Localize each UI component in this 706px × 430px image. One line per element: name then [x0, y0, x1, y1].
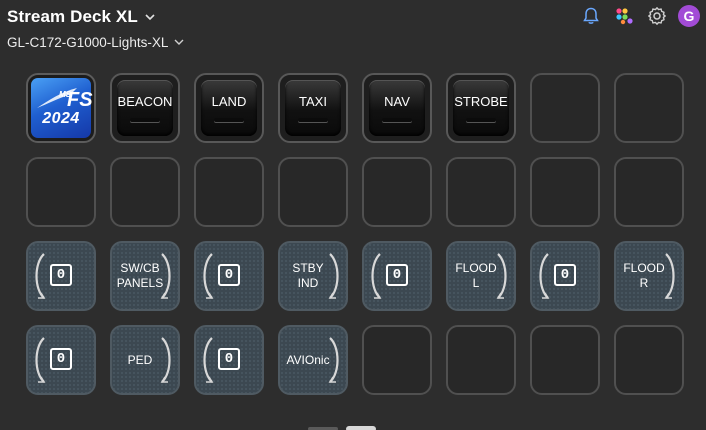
empty-key[interactable]: [614, 325, 684, 395]
nav-label: NAV: [384, 94, 410, 109]
sw-cb-panels-dial-key[interactable]: SW/CB PANELS: [110, 241, 180, 311]
empty-key[interactable]: [530, 325, 600, 395]
taxi-label: TAXI: [299, 94, 327, 109]
beacon-key[interactable]: BEACON: [110, 73, 180, 143]
arc-right-icon: [496, 253, 507, 299]
logo-year: 2024: [42, 110, 80, 127]
empty-key[interactable]: [446, 157, 516, 227]
empty-key[interactable]: [530, 73, 600, 143]
profile-name[interactable]: GL-C172-G1000-Lights-XL: [7, 35, 168, 50]
top-toolbar: G: [579, 4, 700, 28]
indicator-bar: [214, 118, 244, 122]
empty-key[interactable]: [530, 157, 600, 227]
chevron-down-icon[interactable]: [173, 36, 185, 48]
avionic-dial-key[interactable]: AVIOnic: [278, 325, 348, 395]
arc-right-icon: [328, 337, 339, 383]
dial-value: 0: [532, 264, 598, 286]
ped-dial-key[interactable]: PED: [110, 325, 180, 395]
beacon-label: BEACON: [117, 94, 173, 109]
avionic-label: AVIOnic: [286, 352, 330, 367]
msfs-2024-key[interactable]: MS FS 2024: [26, 73, 96, 143]
empty-key[interactable]: [362, 325, 432, 395]
bell-icon[interactable]: [579, 4, 603, 28]
dial-key-value[interactable]: 0: [194, 325, 264, 395]
empty-key[interactable]: [278, 157, 348, 227]
dial-value: 0: [196, 264, 262, 286]
dial-value: 0: [28, 348, 94, 370]
device-selector[interactable]: Stream Deck XL: [7, 6, 156, 28]
stby-ind-label: STBY IND: [292, 261, 324, 290]
arc-right-icon: [160, 253, 171, 299]
page-indicator-active[interactable]: [346, 426, 376, 430]
flood-l-label: FLOOD L: [455, 261, 497, 290]
arc-right-icon: [328, 253, 339, 299]
strobe-label: STROBE: [454, 94, 508, 109]
dial-value: 0: [196, 348, 262, 370]
dial-key-value[interactable]: 0: [194, 241, 264, 311]
empty-key[interactable]: [614, 73, 684, 143]
strobe-key[interactable]: STROBE: [446, 73, 516, 143]
ped-label: PED: [127, 352, 153, 367]
gear-icon[interactable]: [645, 4, 669, 28]
user-avatar[interactable]: G: [678, 5, 700, 27]
land-key[interactable]: LAND: [194, 73, 264, 143]
stream-deck-window: Stream Deck XL GL-C172-G1000-Lights-XL G…: [0, 0, 706, 430]
nav-key[interactable]: NAV: [362, 73, 432, 143]
dial-value: 0: [364, 264, 430, 286]
logo-fs: FS: [67, 89, 93, 111]
device-title[interactable]: Stream Deck XL: [7, 7, 138, 27]
indicator-bar: [130, 118, 160, 122]
empty-key[interactable]: [446, 325, 516, 395]
taxi-key[interactable]: TAXI: [278, 73, 348, 143]
arc-right-icon: [664, 253, 675, 299]
sw-cb-panels-label: SW/CB PANELS: [116, 261, 164, 290]
indicator-bar: [382, 118, 412, 122]
empty-key[interactable]: [110, 157, 180, 227]
dial-key-value[interactable]: 0: [362, 241, 432, 311]
dial-key-value[interactable]: 0: [26, 241, 96, 311]
indicator-bar: [298, 118, 328, 122]
flood-r-dial-key[interactable]: FLOOD R: [614, 241, 684, 311]
stby-ind-dial-key[interactable]: STBY IND: [278, 241, 348, 311]
profile-selector[interactable]: GL-C172-G1000-Lights-XL: [7, 33, 185, 51]
indicator-bar: [466, 118, 496, 122]
land-label: LAND: [211, 94, 247, 109]
key-grid: MS FS 2024 BEACON LAND TAXI NAV STROBE 0…: [26, 73, 684, 395]
dial-key-value[interactable]: 0: [530, 241, 600, 311]
empty-key[interactable]: [614, 157, 684, 227]
marketplace-icon[interactable]: [612, 4, 636, 28]
empty-key[interactable]: [362, 157, 432, 227]
dial-value: 0: [28, 264, 94, 286]
empty-key[interactable]: [26, 157, 96, 227]
chevron-down-icon[interactable]: [144, 11, 156, 23]
empty-key[interactable]: [194, 157, 264, 227]
dial-key-value[interactable]: 0: [26, 325, 96, 395]
flood-r-label: FLOOD R: [623, 261, 665, 290]
msfs-logo: MS FS 2024: [31, 78, 93, 138]
flood-l-dial-key[interactable]: FLOOD L: [446, 241, 516, 311]
arc-right-icon: [160, 337, 171, 383]
